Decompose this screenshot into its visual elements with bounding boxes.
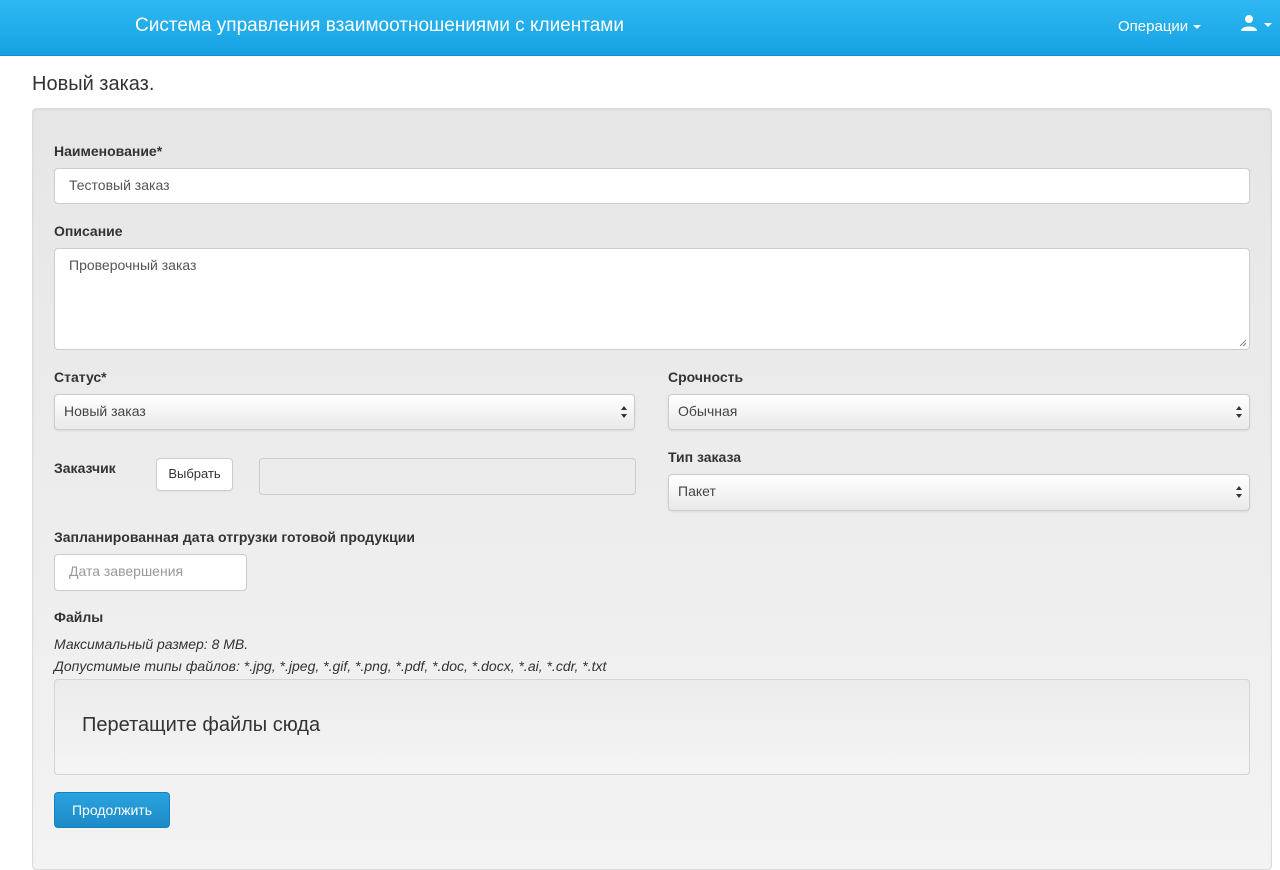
description-label: Описание: [54, 223, 123, 239]
max-size-hint: Максимальный размер: 8 MB.: [54, 636, 249, 652]
select-arrows-icon: [1236, 406, 1242, 418]
choose-customer-button[interactable]: Выбрать: [156, 458, 233, 491]
user-icon: [1241, 15, 1257, 31]
name-input[interactable]: Тестовый заказ: [54, 168, 1250, 204]
operations-menu[interactable]: Операции: [1118, 18, 1202, 35]
select-arrows-icon: [1236, 486, 1242, 498]
app-brand[interactable]: Система управления взаимоотношениями с к…: [135, 15, 624, 37]
urgency-select[interactable]: Обычная: [668, 394, 1250, 430]
status-label: Статус*: [54, 369, 107, 385]
operations-menu-label: Операции: [1118, 18, 1189, 35]
chevron-down-icon: [1264, 23, 1273, 27]
name-label: Наименование*: [54, 143, 163, 159]
customer-label: Заказчик: [54, 460, 116, 476]
user-menu[interactable]: [1240, 14, 1273, 37]
ship-date-placeholder: Дата завершения: [69, 563, 184, 579]
order-type-label: Тип заказа: [668, 449, 742, 465]
ship-date-input[interactable]: Дата завершения: [54, 554, 247, 591]
order-type-selected-value: Пакет: [678, 483, 716, 499]
ship-date-label: Запланированная дата отгрузки готовой пр…: [54, 529, 415, 545]
chevron-down-icon: [1193, 25, 1202, 30]
top-navbar: Система управления взаимоотношениями с к…: [0, 0, 1280, 56]
select-arrows-icon: [621, 406, 627, 418]
file-dropzone[interactable]: Перетащите файлы сюда: [54, 679, 1250, 775]
name-input-value: Тестовый заказ: [69, 177, 170, 193]
resize-grip-icon[interactable]: [1239, 339, 1247, 347]
customer-field: [259, 458, 636, 495]
order-type-select[interactable]: Пакет: [668, 474, 1250, 511]
status-selected-value: Новый заказ: [64, 403, 146, 419]
allowed-types-hint: Допустимые типы файлов: *.jpg, *.jpeg, *…: [54, 658, 607, 674]
description-textarea[interactable]: Проверочный заказ: [54, 248, 1250, 350]
continue-button[interactable]: Продолжить: [54, 792, 170, 828]
description-textarea-value: Проверочный заказ: [69, 257, 197, 273]
urgency-selected-value: Обычная: [678, 403, 738, 419]
status-select[interactable]: Новый заказ: [54, 394, 635, 430]
page-title: Новый заказ.: [32, 73, 155, 95]
order-form: Наименование* Тестовый заказ Описание Пр…: [32, 108, 1272, 870]
dropzone-text: Перетащите файлы сюда: [82, 714, 321, 736]
urgency-label: Срочность: [668, 369, 744, 385]
files-label: Файлы: [54, 609, 104, 625]
